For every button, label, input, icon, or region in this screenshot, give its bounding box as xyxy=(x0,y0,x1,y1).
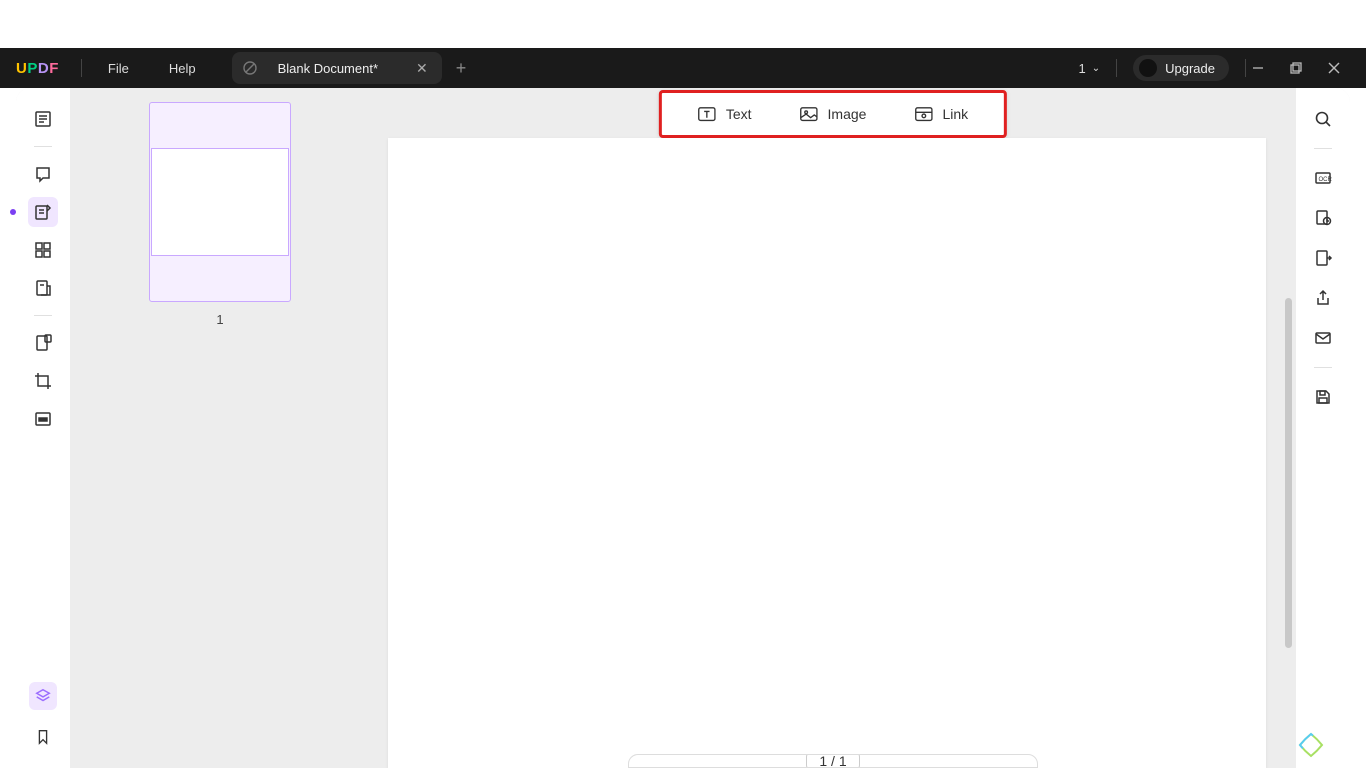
ocr-button[interactable]: OCR xyxy=(1308,163,1338,193)
menu-file[interactable]: File xyxy=(88,61,149,76)
add-text-label: Text xyxy=(726,106,752,122)
document-page[interactable] xyxy=(388,138,1266,768)
window-close-button[interactable] xyxy=(1328,62,1366,74)
chevron-down-icon: ⌄ xyxy=(1092,63,1100,74)
thumbnail-page-number: 1 xyxy=(110,312,330,327)
redact-tool[interactable] xyxy=(28,404,58,434)
divider xyxy=(1245,59,1246,77)
add-link-label: Link xyxy=(942,106,968,122)
window-titlebar-blank xyxy=(0,0,1366,48)
right-toolbar: OCR xyxy=(1296,88,1350,768)
window-minimize-button[interactable] xyxy=(1252,62,1290,74)
share-button[interactable] xyxy=(1308,283,1338,313)
workspace: 1 Text Image Link xyxy=(16,88,1350,768)
save-button[interactable] xyxy=(1308,382,1338,412)
page-tool[interactable] xyxy=(28,273,58,303)
export-button[interactable] xyxy=(1308,243,1338,273)
divider xyxy=(34,315,52,316)
document-tab[interactable]: Blank Document* ✕ xyxy=(232,52,442,84)
top-menubar: UPDF File Help Blank Document* ✕ + 1 ⌄ U… xyxy=(0,48,1366,88)
divider xyxy=(81,59,82,77)
window-maximize-button[interactable] xyxy=(1290,62,1328,74)
divider xyxy=(1314,367,1332,368)
link-icon xyxy=(914,106,932,122)
app-logo: UPDF xyxy=(0,60,75,77)
edit-content-toolbar: Text Image Link xyxy=(659,90,1007,138)
add-image-label: Image xyxy=(828,106,867,122)
crop-tool[interactable] xyxy=(28,366,58,396)
reader-tool[interactable] xyxy=(28,104,58,134)
thumbnail-preview xyxy=(151,148,289,256)
form-tool[interactable] xyxy=(28,328,58,358)
image-icon xyxy=(800,106,818,122)
add-text-button[interactable]: Text xyxy=(674,106,776,122)
upgrade-button[interactable]: Upgrade xyxy=(1133,55,1229,81)
edit-tool[interactable] xyxy=(28,197,58,227)
thumbnails-panel: 1 xyxy=(70,88,370,768)
tab-title: Blank Document* xyxy=(272,61,398,76)
divider xyxy=(34,146,52,147)
divider xyxy=(1116,59,1117,77)
canvas-area: Text Image Link 1 / 1 xyxy=(370,88,1296,768)
page-indicator[interactable]: 1 / 1 xyxy=(806,754,859,768)
ai-assistant-button[interactable] xyxy=(1298,732,1324,758)
tab-close-button[interactable]: ✕ xyxy=(412,60,432,77)
add-image-button[interactable]: Image xyxy=(776,106,891,122)
page-thumbnail-1[interactable] xyxy=(149,102,291,302)
text-icon xyxy=(698,106,716,122)
avatar-icon xyxy=(1139,59,1157,77)
left-toolbar xyxy=(16,88,70,768)
svg-text:OCR: OCR xyxy=(1319,177,1333,183)
comment-tool[interactable] xyxy=(28,159,58,189)
thumbnails-panel-toggle[interactable] xyxy=(29,682,57,710)
window-count: 1 xyxy=(1079,61,1086,76)
zoom-page-bar: 1 / 1 xyxy=(628,754,1038,768)
search-button[interactable] xyxy=(1308,104,1338,134)
protect-button[interactable] xyxy=(1308,203,1338,233)
menu-help[interactable]: Help xyxy=(149,61,216,76)
organize-tool[interactable] xyxy=(28,235,58,265)
upgrade-label: Upgrade xyxy=(1165,61,1215,76)
window-count-dropdown[interactable]: 1 ⌄ xyxy=(1069,61,1111,76)
divider xyxy=(1314,148,1332,149)
new-tab-button[interactable]: + xyxy=(442,58,481,79)
email-button[interactable] xyxy=(1308,323,1338,353)
add-link-button[interactable]: Link xyxy=(890,106,992,122)
bookmark-tool[interactable] xyxy=(28,722,58,752)
vertical-scrollbar[interactable] xyxy=(1285,298,1292,648)
document-blank-icon xyxy=(242,60,258,76)
